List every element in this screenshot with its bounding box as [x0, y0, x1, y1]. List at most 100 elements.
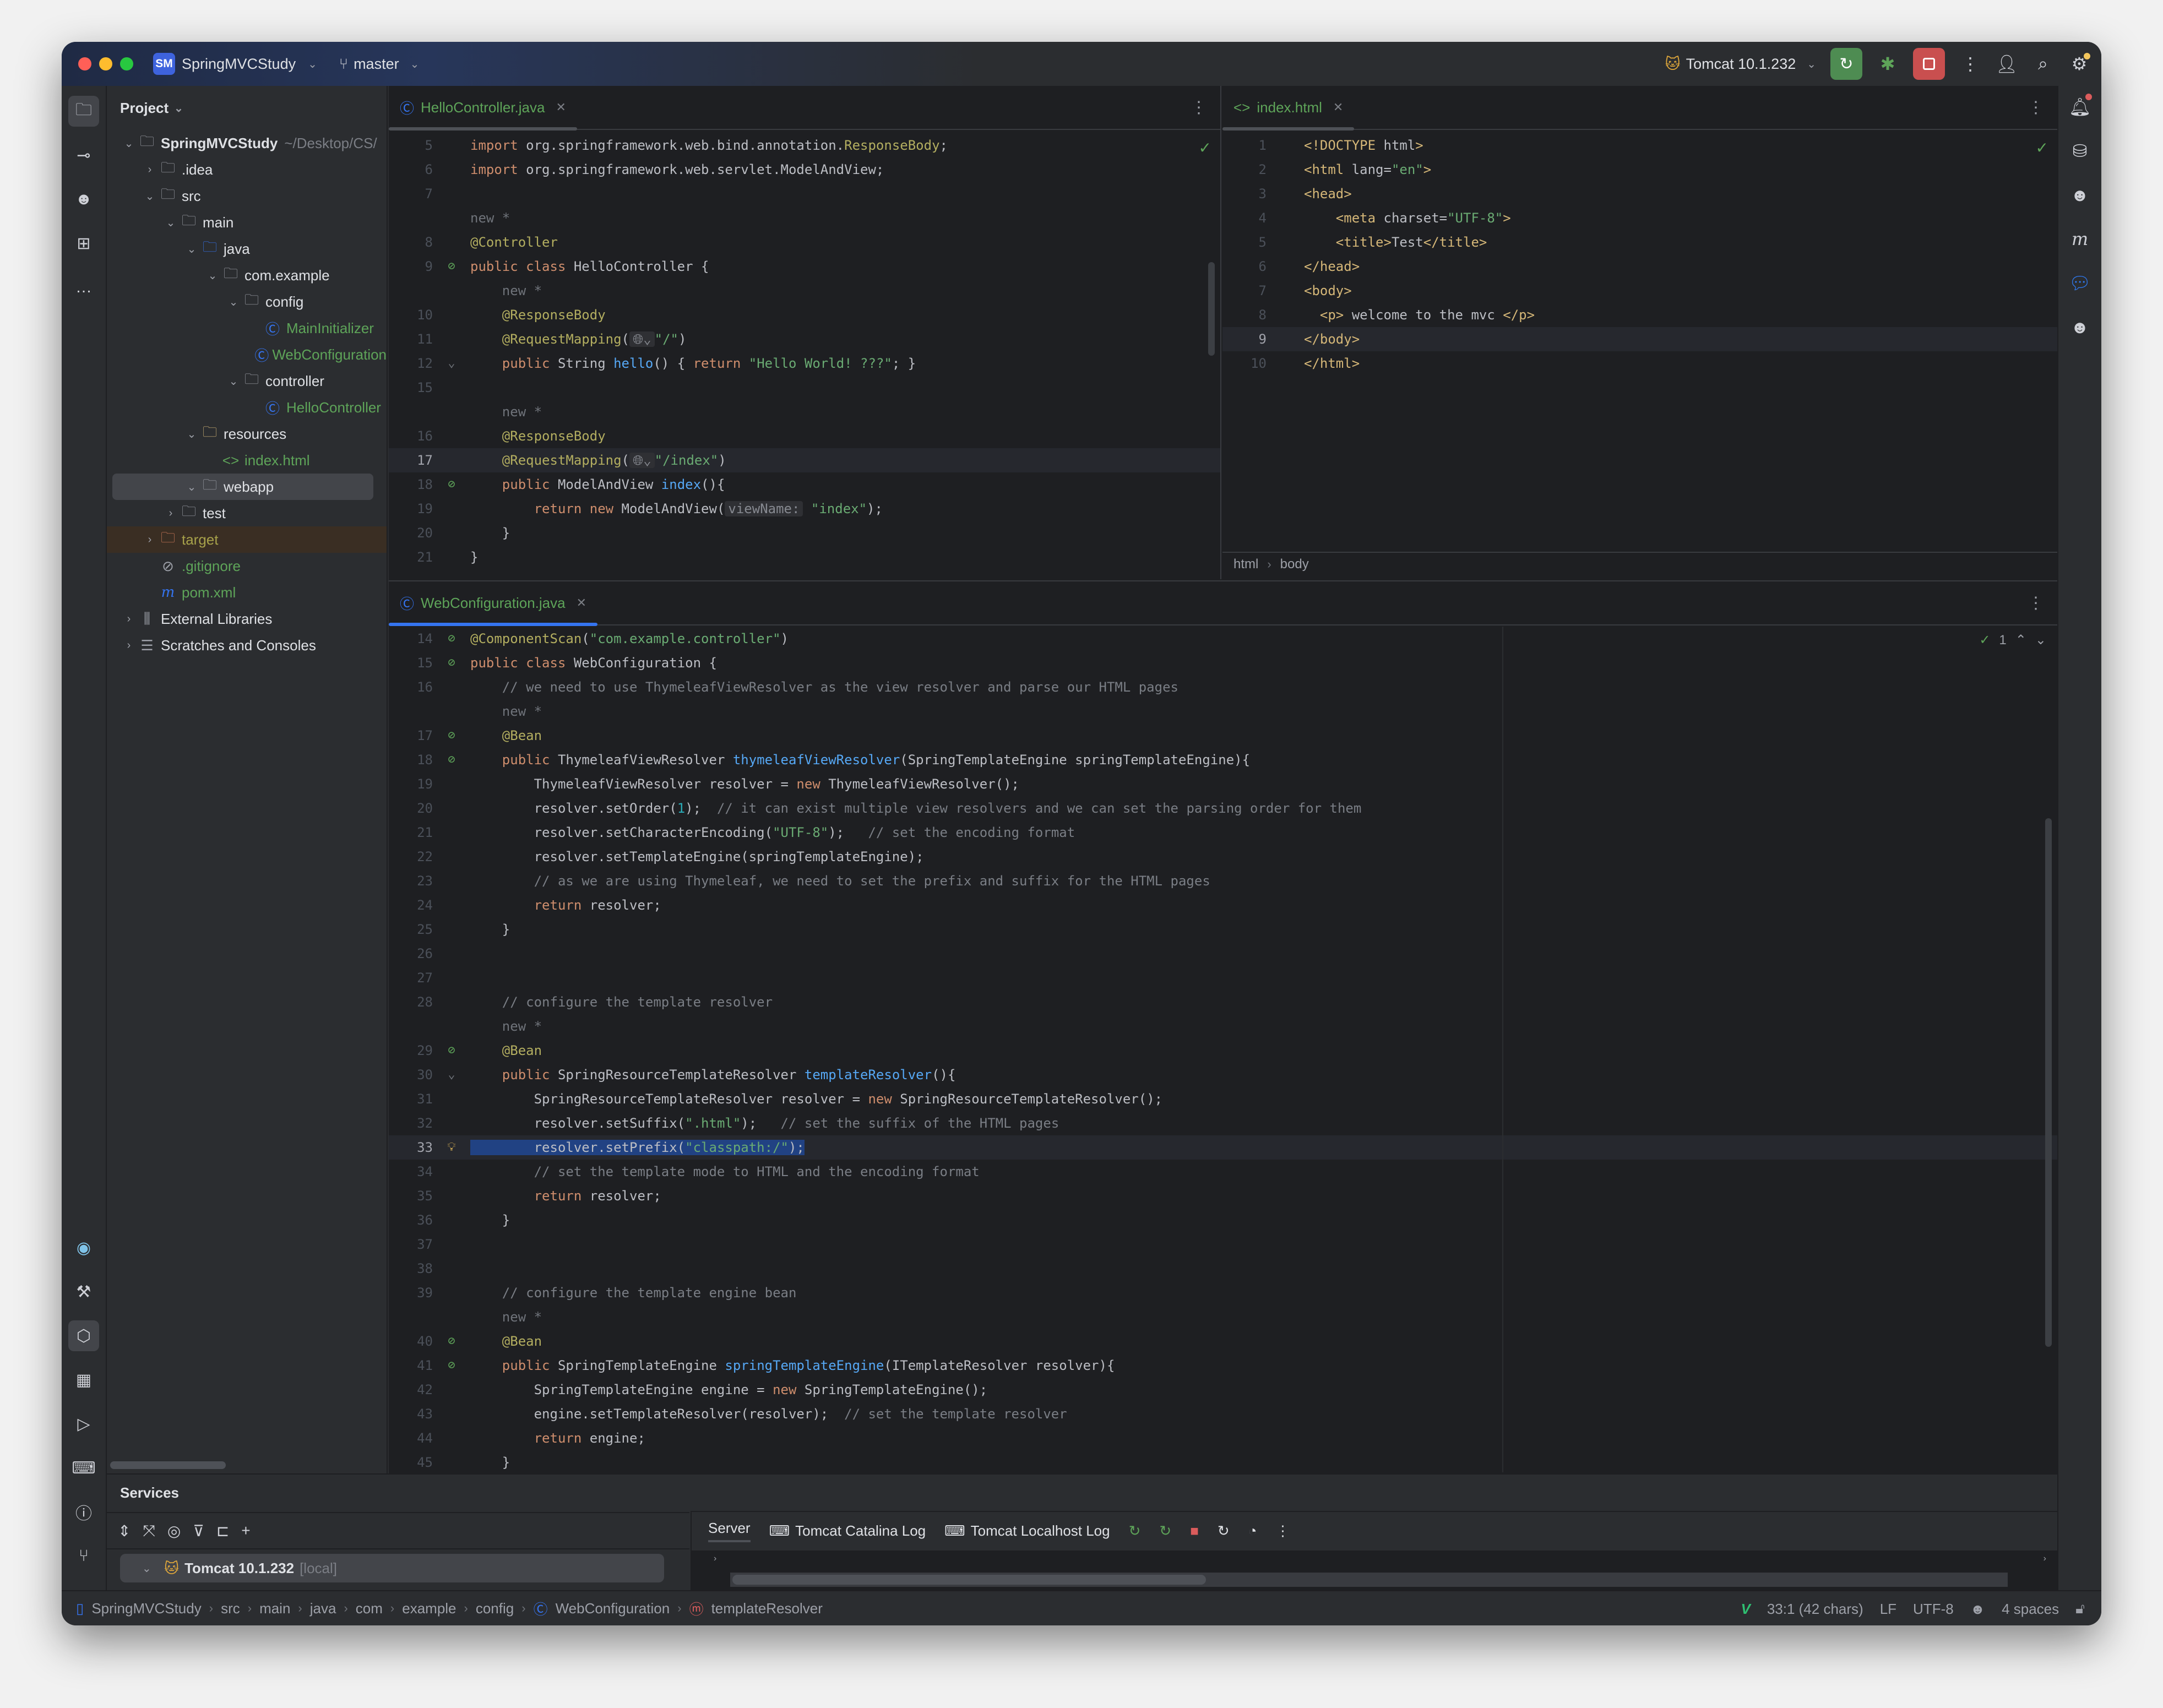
- chevron-right-icon[interactable]: ›: [121, 613, 137, 625]
- code-line[interactable]: 19 return new ModelAndView(viewName: "in…: [389, 497, 1220, 521]
- code-line[interactable]: 26: [389, 942, 2057, 966]
- bean-icon[interactable]: ⊘: [433, 627, 470, 651]
- expand-all-icon[interactable]: ⇕: [118, 1522, 131, 1540]
- tree-item[interactable]: › ⫼ External Libraries: [107, 606, 387, 632]
- breadcrumb-item[interactable]: templateResolver: [711, 1600, 823, 1617]
- tree-item[interactable]: ⌄ 🗀 main: [107, 209, 387, 236]
- code-line[interactable]: 41 ⊘ public SpringTemplateEngine springTe…: [389, 1353, 2057, 1378]
- code-line[interactable]: 36 }: [389, 1208, 2057, 1232]
- code-line[interactable]: 21}: [389, 545, 1220, 569]
- tab-web-configuration[interactable]: Ⓒ WebConfiguration.java ✕: [389, 581, 598, 626]
- plugin-tool-button[interactable]: ◉: [68, 1232, 99, 1263]
- more-tools-button[interactable]: …: [68, 272, 99, 303]
- indent-setting[interactable]: 4 spaces: [2002, 1601, 2059, 1618]
- dependencies-tool-button[interactable]: ▦: [68, 1364, 99, 1395]
- stop-icon[interactable]: ■: [1190, 1522, 1199, 1540]
- code-line[interactable]: 15: [389, 376, 1220, 400]
- code-line[interactable]: 2 <html lang="en">: [1222, 157, 2057, 182]
- code-line[interactable]: 9 ⊘ public class HelloController {: [389, 254, 1220, 279]
- bean-icon[interactable]: ⊘: [433, 1329, 470, 1353]
- tree-item[interactable]: <> index.html: [107, 447, 387, 474]
- breadcrumb-body[interactable]: body: [1280, 557, 1309, 572]
- copilot-status-icon[interactable]: ☻: [1970, 1601, 1985, 1618]
- tree-item[interactable]: ⌄ 🗀 SpringMVCStudy ~/Desktop/CS/: [107, 130, 387, 156]
- maven-button[interactable]: m: [2064, 224, 2095, 254]
- tree-item[interactable]: ⊘ .gitignore: [107, 553, 387, 579]
- zoom-window-button[interactable]: [120, 57, 133, 70]
- code-line[interactable]: 3 <head>: [1222, 182, 2057, 206]
- chevron-right-icon[interactable]: ›: [142, 164, 157, 176]
- code-line[interactable]: 43 engine.setTemplateResolver(resolver);…: [389, 1402, 2057, 1426]
- code-line[interactable]: 35 return resolver;: [389, 1184, 2057, 1208]
- caret-position[interactable]: 33:1 (42 chars): [1767, 1601, 1863, 1618]
- close-tab-icon[interactable]: ✕: [556, 100, 566, 115]
- collapse-all-icon[interactable]: ⤧: [143, 1522, 155, 1540]
- structure-tool-button[interactable]: ⊞: [68, 228, 99, 259]
- code-line[interactable]: 18 ⊘ public ThymeleafViewResolver thymele…: [389, 748, 2057, 772]
- chevron-down-icon[interactable]: ⌄: [184, 427, 199, 441]
- chevron-right-icon[interactable]: ›: [2044, 1554, 2046, 1564]
- breadcrumb-item[interactable]: example: [402, 1600, 456, 1617]
- editor-menu-kebab-icon[interactable]: ⋮: [2028, 98, 2044, 117]
- rerun-button[interactable]: ↻: [1830, 48, 1862, 80]
- bean-icon[interactable]: ⊘: [433, 651, 470, 675]
- build-tool-button[interactable]: ⚒: [68, 1276, 99, 1307]
- code-line[interactable]: 10 </html>: [1222, 351, 2057, 376]
- code-line[interactable]: 42 SpringTemplateEngine engine = new Spr…: [389, 1378, 2057, 1402]
- run-tool-button[interactable]: ▷: [68, 1408, 99, 1439]
- chevron-down-icon[interactable]: ⌄: [226, 374, 241, 388]
- code-line[interactable]: 7: [389, 182, 1220, 206]
- code-line[interactable]: 38: [389, 1256, 2057, 1281]
- fold-icon[interactable]: ⌄: [433, 351, 470, 376]
- copilot-chat-button[interactable]: ☻: [2064, 312, 2095, 342]
- code-line[interactable]: 1 <!DOCTYPE html>: [1222, 133, 2057, 157]
- breadcrumb-html[interactable]: html: [1233, 557, 1258, 572]
- debug-button[interactable]: ✱: [1877, 53, 1899, 75]
- breadcrumb-item[interactable]: src: [221, 1600, 240, 1617]
- line-ending[interactable]: LF: [1880, 1601, 1896, 1618]
- tab-localhost-log[interactable]: ⌨ Tomcat Localhost Log: [944, 1522, 1110, 1540]
- code-line[interactable]: new *: [389, 279, 1220, 303]
- run-configuration-selector[interactable]: 🐱︎ Tomcat 10.1.232 ⌄: [1665, 56, 1816, 73]
- breadcrumb-item[interactable]: SpringMVCStudy: [91, 1600, 201, 1617]
- tab-hello-controller[interactable]: Ⓒ HelloController.java ✕: [389, 86, 577, 130]
- code-line[interactable]: 30 ⌄ public SpringResourceTemplateResolve…: [389, 1063, 2057, 1087]
- tree-item[interactable]: Ⓒ HelloController: [107, 394, 387, 421]
- terminal-tool-button[interactable]: ⌨: [68, 1453, 99, 1483]
- chevron-down-icon[interactable]: ⌄: [205, 269, 220, 282]
- bulb-icon[interactable]: 💡︎: [433, 1135, 470, 1160]
- horizontal-scrollbar[interactable]: [732, 1575, 1206, 1585]
- code-line[interactable]: 27: [389, 966, 2057, 990]
- inspection-widget[interactable]: ✓ 1 ⌃ ⌄: [1979, 632, 2046, 648]
- code-line[interactable]: 19 ThymeleafViewResolver resolver = new …: [389, 772, 2057, 796]
- project-tool-button[interactable]: 🗀: [68, 96, 99, 127]
- code-line[interactable]: 17 @RequestMapping(🌐︎⌄ "/index"): [389, 448, 1220, 472]
- endpoint-icon[interactable]: ⊘: [433, 472, 470, 497]
- next-problem-icon[interactable]: ⌄: [2035, 632, 2046, 648]
- editor-menu-kebab-icon[interactable]: ⋮: [2028, 594, 2044, 613]
- code-line[interactable]: 29 ⊘ @Bean: [389, 1038, 2057, 1063]
- branch-switcher[interactable]: ⑂ master ⌄: [339, 56, 420, 73]
- breadcrumb-item[interactable]: java: [310, 1600, 336, 1617]
- code-line[interactable]: 6 </head>: [1222, 254, 2057, 279]
- breadcrumb-item[interactable]: com: [356, 1600, 383, 1617]
- tree-item[interactable]: › 🗀 target: [107, 526, 387, 553]
- code-content[interactable]: 1 <!DOCTYPE html> 2 <html lang="en"> 3 <head>…: [1222, 133, 2057, 376]
- commit-tool-button[interactable]: ⊸: [68, 140, 99, 171]
- code-line[interactable]: 18 ⊘ public ModelAndView index(){: [389, 472, 1220, 497]
- code-line[interactable]: new *: [389, 699, 2057, 724]
- code-line[interactable]: 7 <body>: [1222, 279, 2057, 303]
- tomcat-service-node[interactable]: ⌄ 🐱︎ Tomcat 10.1.232 [local]: [120, 1554, 664, 1582]
- tab-index-html[interactable]: <> index.html ✕: [1222, 86, 1355, 130]
- code-line[interactable]: 21 resolver.setCharacterEncoding("UTF-8"…: [389, 820, 2057, 845]
- add-service-icon[interactable]: +: [241, 1522, 250, 1540]
- code-line[interactable]: 33 💡︎ resolver.setPrefix("classpath:/");: [389, 1135, 2057, 1160]
- previous-problem-icon[interactable]: ⌃: [2015, 632, 2026, 648]
- search-button[interactable]: ⌕: [2032, 53, 2054, 75]
- chevron-down-icon[interactable]: ⌄: [184, 480, 199, 494]
- bean-icon[interactable]: ⊘: [433, 1353, 470, 1378]
- git-tool-button[interactable]: ⑂: [68, 1541, 99, 1571]
- bean-icon[interactable]: ⊘: [433, 254, 470, 279]
- minimize-window-button[interactable]: [99, 57, 112, 70]
- tree-item[interactable]: ⌄ 🗀 java: [107, 236, 387, 262]
